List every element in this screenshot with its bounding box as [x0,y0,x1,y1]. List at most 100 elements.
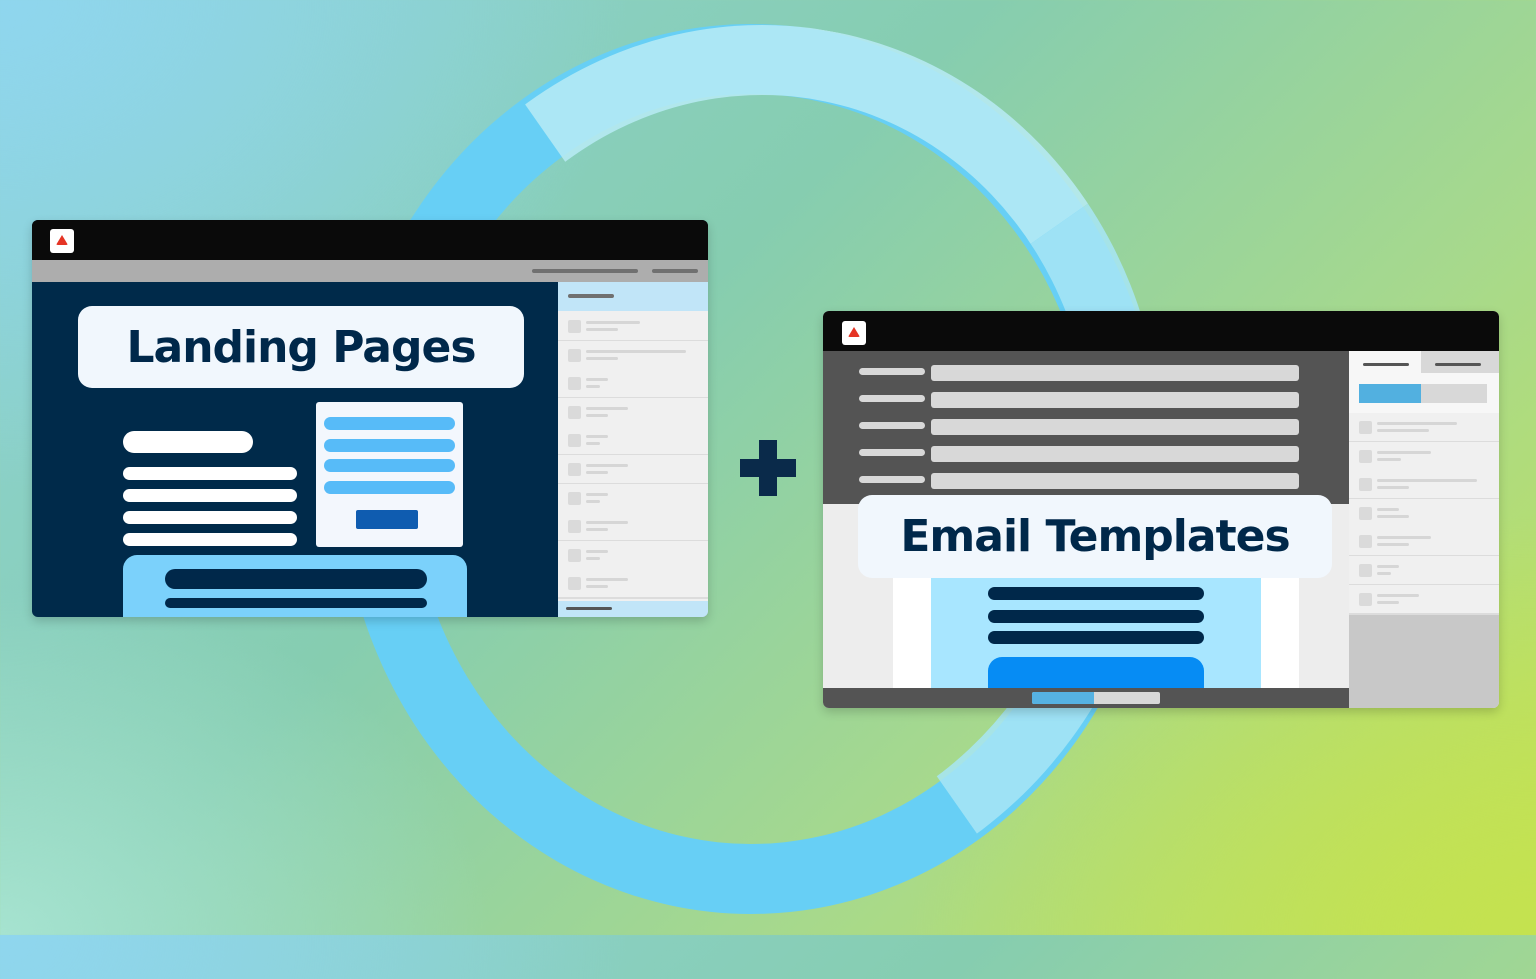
sidebar-list-item[interactable] [558,397,708,428]
text-line-placeholder [123,489,297,502]
item-thumbnail-icon [568,577,581,591]
toggle-switch[interactable] [1359,384,1487,403]
brand-logo-icon [842,321,866,345]
text-line-placeholder [123,533,297,546]
item-title-bar [586,578,628,582]
item-title-bar [586,549,608,553]
header-input-field[interactable] [931,446,1299,462]
item-thumbnail-icon [1359,535,1372,549]
item-title-bar [586,464,628,467]
email-sidebar [1349,351,1499,708]
sidebar-list-item[interactable] [1349,470,1499,501]
window-titlebar [823,311,1499,351]
sidebar-header-bar [568,294,614,298]
item-title-bar [586,406,628,410]
hero-line [988,610,1204,623]
form-submit-button[interactable] [356,510,418,529]
sidebar-list-item[interactable] [558,369,708,400]
item-title-bar [586,349,686,353]
sidebar [558,282,708,617]
field-label [859,422,925,429]
sidebar-list-item[interactable] [558,426,708,457]
item-subtitle-bar [586,528,608,532]
item-subtitle-bar [586,471,608,474]
item-subtitle-bar [1377,572,1391,575]
sidebar-list-item[interactable] [558,540,708,571]
item-thumbnail-icon [1359,506,1372,520]
form-field[interactable] [324,439,455,452]
hero-line [988,631,1204,644]
sidebar-list-item[interactable] [558,569,708,600]
window-titlebar [32,220,708,260]
sidebar-list-item[interactable] [558,312,708,342]
sidebar-list-item[interactable] [1349,527,1499,558]
landing-pages-title: Landing Pages [78,306,524,388]
form-field[interactable] [324,481,455,494]
sidebar-list-item[interactable] [1349,498,1499,529]
sidebar-list-item[interactable] [558,483,708,514]
item-thumbnail-icon [568,348,581,362]
item-title-bar [1377,507,1399,511]
plus-icon [740,440,796,496]
window-toolbar [32,260,708,282]
toggle-active-segment [1359,384,1421,403]
email-templates-title: Email Templates [858,495,1332,578]
item-thumbnail-icon [568,520,581,534]
item-subtitle-bar [1377,457,1401,461]
item-subtitle-bar [1377,486,1409,490]
sidebar-tabs [1349,351,1499,413]
zoom-slider[interactable] [1032,692,1160,704]
item-thumbnail-icon [568,320,581,333]
form-card [316,402,463,547]
item-thumbnail-icon [1359,592,1372,606]
item-thumbnail-icon [568,377,581,391]
landing-pages-title-text: Landing Pages [126,321,476,373]
sidebar-list-item[interactable] [558,455,708,485]
sidebar-footer-bar [566,607,612,610]
item-subtitle-bar [586,413,608,417]
sidebar-header [558,282,708,311]
item-title-bar [1377,565,1399,568]
sidebar-list-item[interactable] [1349,413,1499,443]
item-subtitle-bar [1377,600,1399,604]
form-field[interactable] [324,459,455,472]
item-subtitle-bar [1377,514,1409,518]
tab-active[interactable] [1349,351,1421,375]
item-title-bar [586,492,608,496]
sidebar-list-item[interactable] [1349,556,1499,586]
sidebar-footer [558,601,708,617]
banner-line [165,598,427,608]
item-thumbnail-icon [568,491,581,505]
item-subtitle-bar [586,585,608,589]
heading-placeholder [123,431,253,453]
sidebar-list-item[interactable] [1349,441,1499,472]
form-field[interactable] [324,417,455,430]
field-label [859,476,925,483]
item-subtitle-bar [586,442,600,446]
email-header-panel [823,351,1349,504]
field-label [859,395,925,402]
header-input-field[interactable] [931,419,1299,435]
header-input-field[interactable] [931,365,1299,381]
header-input-field[interactable] [931,392,1299,408]
header-input-field[interactable] [931,473,1299,489]
item-title-bar [586,378,608,382]
banner-line [165,569,427,589]
toolbar-bar [652,269,698,273]
field-label [859,449,925,456]
sidebar-list-item[interactable] [558,512,708,543]
tab-label-bar [1435,363,1481,366]
email-templates-title-text: Email Templates [900,511,1290,562]
item-subtitle-bar [1377,429,1429,432]
item-title-bar [1377,536,1431,540]
sidebar-list-item[interactable] [1349,584,1499,615]
hero-line [988,587,1204,600]
toolbar-bar [532,269,638,273]
sidebar-list-item[interactable] [558,340,708,371]
zoom-slider-fill [1032,692,1094,704]
banner-block [123,555,467,617]
tab-inactive[interactable] [1421,351,1499,373]
item-subtitle-bar [586,385,600,389]
item-title-bar [586,521,628,525]
item-thumbnail-icon [568,405,581,419]
